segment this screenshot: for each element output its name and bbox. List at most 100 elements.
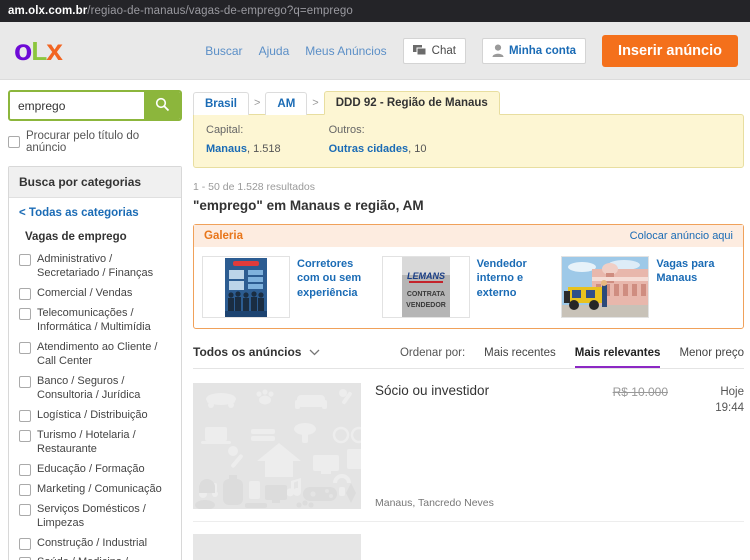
svg-text:CONTRATA: CONTRATA [407, 291, 445, 298]
account-button[interactable]: Minha conta [482, 38, 586, 64]
others-label: Outros: [329, 124, 427, 136]
nav-buscar[interactable]: Buscar [205, 44, 242, 58]
listing-date: Hoje 19:44 [682, 383, 744, 509]
category-item[interactable]: Marketing / Comunicação [19, 483, 171, 497]
breadcrumb-item-ddd92[interactable]: DDD 92 - Região de Manaus [324, 91, 500, 115]
sort-option-menor-preco[interactable]: Menor preço [679, 347, 744, 368]
category-label: Telecomunicações / Informática / Multimí… [37, 307, 171, 335]
category-item[interactable]: Logística / Distribuição [19, 409, 171, 423]
category-item[interactable]: Saúde / Medicina / Enfermagem [19, 556, 171, 560]
listing-date-time: 19:44 [682, 401, 744, 417]
gallery-item[interactable]: LEMANS CONTRATA VENDEDOR Vendedor intern… [382, 256, 556, 318]
logo-letter-o: o [14, 36, 31, 66]
location-others-column: Outros: Outras cidades, 10 [329, 124, 427, 155]
chat-icon [413, 45, 427, 57]
category-checkbox[interactable] [19, 288, 31, 300]
category-checkbox[interactable] [19, 464, 31, 476]
listing-thumbnail-placeholder[interactable] [193, 534, 361, 560]
category-item[interactable]: Comercial / Vendas [19, 287, 171, 301]
others-cities-link[interactable]: Outras cidades [329, 143, 408, 155]
category-label: Marketing / Comunicação [37, 483, 162, 497]
category-checkbox[interactable] [19, 484, 31, 496]
gallery-caption[interactable]: Vendedor interno e externo [477, 256, 556, 318]
breadcrumb: Brasil > AM > DDD 92 - Região de Manaus [193, 90, 744, 114]
url-host: am.olx.com.br [8, 5, 87, 17]
capital-city-link[interactable]: Manaus [206, 143, 247, 155]
breadcrumb-item-brasil[interactable]: Brasil [193, 92, 249, 115]
categories-box: Busca por categorias < Todas as categori… [8, 166, 182, 560]
gallery-caption[interactable]: Vagas para Manaus [656, 256, 735, 318]
title-only-label: Procurar pelo título do anúncio [26, 130, 182, 154]
gallery-item[interactable]: Vagas para Manaus [561, 256, 735, 318]
category-item[interactable]: Construção / Industrial [19, 537, 171, 551]
categories-title: Busca por categorias [9, 167, 181, 198]
category-checkbox[interactable] [19, 430, 31, 442]
category-item[interactable]: Educação / Formação [19, 463, 171, 477]
category-label: Saúde / Medicina / Enfermagem [37, 556, 171, 560]
category-list: Administrativo / Secretariado / Finanças… [19, 253, 171, 560]
category-item[interactable]: Banco / Seguros / Consultoria / Jurídica [19, 375, 171, 403]
capital-label: Capital: [206, 124, 281, 136]
sort-option-mais-recentes[interactable]: Mais recentes [484, 347, 556, 368]
breadcrumb-separator: > [307, 97, 323, 114]
search-submit-button[interactable] [144, 92, 180, 119]
category-label: Construção / Industrial [37, 537, 147, 551]
category-checkbox[interactable] [19, 376, 31, 388]
gallery-thumb-people-poster[interactable] [202, 256, 290, 318]
sidebar: Procurar pelo título do anúncio Busca po… [8, 90, 182, 560]
listing-location: Manaus, Tancredo Neves [375, 497, 544, 509]
chat-label: Chat [432, 45, 456, 57]
listing-thumbnail-placeholder[interactable] [193, 383, 361, 509]
listing-body [375, 534, 744, 560]
category-label: Logística / Distribuição [37, 409, 148, 423]
gallery-thumb-teatro-amazonas[interactable] [561, 256, 649, 318]
gallery-caption[interactable]: Corretores com ou sem experiência [297, 256, 376, 318]
category-label: Educação / Formação [37, 463, 145, 477]
results-count: 1 - 50 de 1.528 resultados [193, 181, 744, 193]
search-box[interactable] [8, 90, 182, 121]
category-checkbox[interactable] [19, 538, 31, 550]
user-icon [492, 44, 504, 57]
gallery-cta-link[interactable]: Colocar anúncio aqui [630, 230, 733, 242]
listing-row-next-partial[interactable] [193, 522, 744, 560]
listing-row[interactable]: Sócio ou investidor Manaus, Tancredo Nev… [193, 369, 744, 522]
others-count: , 10 [408, 143, 426, 155]
nav-meus-anuncios[interactable]: Meus Anúncios [305, 44, 386, 58]
site-header: oLx Buscar Ajuda Meus Anúncios Chat Minh… [0, 22, 750, 80]
chat-button[interactable]: Chat [403, 38, 466, 64]
all-ads-dropdown[interactable]: Todos os anúncios [193, 345, 320, 368]
location-capital-column: Capital: Manaus, 1.518 [206, 124, 281, 155]
capital-value: Manaus, 1.518 [206, 143, 281, 155]
title-only-checkbox-row[interactable]: Procurar pelo título do anúncio [8, 130, 182, 154]
all-categories-link[interactable]: < Todas as categorias [19, 207, 171, 219]
browser-url-bar[interactable]: am.olx.com.br/regiao-de-manaus/vagas-de-… [0, 0, 750, 22]
header-nav: Buscar Ajuda Meus Anúncios Chat Minha co… [205, 35, 738, 67]
sort-options: Ordenar por: Mais recentes Mais relevant… [400, 347, 744, 368]
title-only-checkbox[interactable] [8, 136, 20, 148]
listing-title[interactable]: Sócio ou investidor [375, 383, 544, 398]
post-ad-button[interactable]: Inserir anúncio [602, 35, 738, 67]
olx-logo[interactable]: oLx [14, 36, 62, 66]
category-checkbox[interactable] [19, 504, 31, 516]
category-checkbox[interactable] [19, 342, 31, 354]
category-checkbox[interactable] [19, 254, 31, 266]
category-item[interactable]: Administrativo / Secretariado / Finanças [19, 253, 171, 281]
gallery-item[interactable]: Corretores com ou sem experiência [202, 256, 376, 318]
category-item[interactable]: Atendimento ao Cliente / Call Center [19, 341, 171, 369]
search-input[interactable] [10, 92, 144, 119]
category-label: Administrativo / Secretariado / Finanças [37, 253, 171, 281]
breadcrumb-item-am[interactable]: AM [265, 92, 307, 115]
category-item[interactable]: Turismo / Hotelaria / Restaurante [19, 429, 171, 457]
capital-count: , 1.518 [247, 143, 281, 155]
url-path: /regiao-de-manaus/vagas-de-emprego?q=emp… [87, 5, 353, 17]
current-category-label: Vagas de emprego [19, 231, 171, 243]
sort-option-mais-relevantes[interactable]: Mais relevantes [575, 347, 661, 368]
category-item[interactable]: Telecomunicações / Informática / Multimí… [19, 307, 171, 335]
gallery-thumb-lemans-sign[interactable]: LEMANS CONTRATA VENDEDOR [382, 256, 470, 318]
nav-ajuda[interactable]: Ajuda [259, 44, 290, 58]
category-checkbox[interactable] [19, 410, 31, 422]
category-label: Serviços Domésticos / Limpezas [37, 503, 171, 531]
category-checkbox[interactable] [19, 308, 31, 320]
chevron-down-icon [309, 345, 320, 359]
category-item[interactable]: Serviços Domésticos / Limpezas [19, 503, 171, 531]
